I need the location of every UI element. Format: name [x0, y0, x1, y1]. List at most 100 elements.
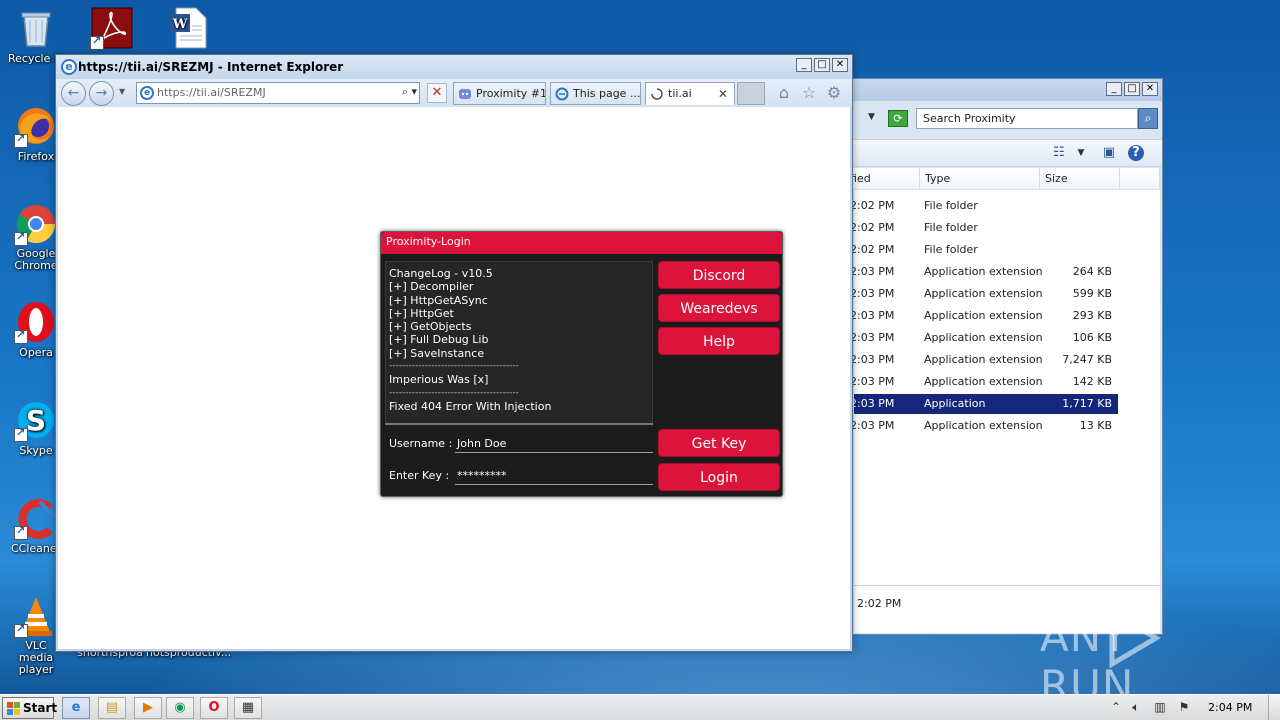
home-icon[interactable]: ⌂ [774, 83, 794, 103]
firefox-icon [14, 104, 58, 148]
file-type: File folder [924, 199, 978, 212]
view-options-icon[interactable]: ☷ [1050, 145, 1068, 161]
search-icon[interactable]: ⌕ ▾ [402, 85, 417, 99]
ie-navbar: ← → ▼ e https://tii.ai/SREZMJ ⌕ ▾ ✕ Prox… [56, 79, 852, 107]
taskbar-media-player-icon[interactable]: ▶ [134, 697, 162, 719]
minimize-button[interactable]: _ [796, 58, 812, 72]
start-button[interactable]: Start [2, 697, 57, 719]
wearedevs-button[interactable]: Wearedevs [658, 294, 780, 322]
volume-icon[interactable]: 🔈︎ [1128, 699, 1144, 715]
maximize-button[interactable]: □ [1124, 82, 1140, 96]
desktop-icon-acrobat[interactable] [76, 6, 148, 52]
desktop-icon-label: Google Chrome [14, 247, 58, 272]
explorer-titlebar[interactable]: _ □ ✕ [846, 79, 1162, 101]
changelog-separator: ---------------------------------------- [389, 387, 519, 398]
tab-label: Proximity #1 [476, 87, 546, 100]
show-desktop-button[interactable] [1268, 695, 1280, 720]
proximity-login-panel: Proximity-Login ChangeLog - v10.5 [+] De… [380, 231, 783, 497]
file-size: 1,717 KB [1062, 397, 1112, 410]
column-type[interactable]: Type [920, 168, 1040, 190]
tray-expand-icon[interactable]: ⌃ [1108, 699, 1124, 715]
login-button[interactable]: Login [658, 463, 780, 491]
file-date: 2:03 PM [850, 419, 895, 432]
ie-titlebar[interactable]: e https://tii.ai/SREZMJ - Internet Explo… [56, 55, 852, 79]
file-type: Application extension [924, 375, 1043, 388]
taskbar-opera-icon[interactable]: O [200, 697, 228, 719]
file-row[interactable]: 2:03 PM Application extension 13 KB [850, 416, 1118, 436]
maximize-button[interactable]: □ [814, 58, 830, 72]
search-input[interactable]: Search Proximity [916, 108, 1138, 129]
changelog-scrollbar[interactable] [385, 423, 653, 425]
file-date: 2:03 PM [850, 397, 895, 410]
file-date: 2:03 PM [850, 353, 895, 366]
column-extra[interactable] [1120, 168, 1160, 190]
favorites-star-icon[interactable]: ☆ [799, 83, 819, 103]
tab-this-page[interactable]: This page ... [550, 82, 641, 105]
file-row[interactable]: 2:02 PM File folder [850, 240, 1118, 260]
ie-window[interactable]: e https://tii.ai/SREZMJ - Internet Explo… [55, 54, 853, 652]
help-icon[interactable]: ? [1128, 145, 1144, 161]
file-row[interactable]: 2:03 PM Application extension 264 KB [850, 262, 1118, 282]
taskbar-app-icon[interactable]: ▦ [234, 697, 262, 719]
explorer-window[interactable]: _ □ ✕ ▼ ⟳ Search Proximity ⌕ ☷ ▼ ▣ ? fie… [845, 78, 1163, 635]
minimize-button[interactable]: _ [1106, 82, 1122, 96]
desktop-icon-word[interactable]: W [152, 6, 224, 52]
loading-icon [650, 87, 664, 101]
file-date: 2:03 PM [850, 265, 895, 278]
file-list[interactable]: fied Type Size 2:02 PM File folder 2:02 PM… [846, 168, 1160, 633]
preview-pane-icon[interactable]: ▣ [1100, 145, 1118, 161]
file-row[interactable]: 2:02 PM File folder [850, 218, 1118, 238]
file-row[interactable]: 2:03 PM Application 1,717 KB [850, 394, 1118, 414]
shortcut-arrow-icon [14, 132, 28, 148]
changelog-title: ChangeLog - v10.5 [389, 267, 493, 280]
stop-icon[interactable]: ✕ [427, 83, 447, 103]
close-icon[interactable]: ✕ [718, 87, 728, 101]
key-input[interactable]: ********* [455, 465, 653, 485]
taskbar-ie-icon[interactable]: e [62, 697, 90, 719]
chevron-down-icon[interactable]: ▼ [868, 112, 875, 122]
changelog-box[interactable]: ChangeLog - v10.5 [+] Decompiler [+] Htt… [385, 261, 653, 425]
file-type: Application [924, 397, 986, 410]
file-date: 2:02 PM [850, 243, 895, 256]
close-button[interactable]: ✕ [832, 58, 848, 72]
changelog-separator: ---------------------------------------- [389, 361, 519, 372]
forward-arrow-icon[interactable]: → [89, 81, 114, 106]
file-type: Application extension [924, 331, 1043, 344]
chevron-down-icon[interactable]: ▼ [1072, 145, 1090, 161]
windows-logo-icon [7, 702, 20, 715]
search-icon[interactable]: ⌕ [1138, 108, 1158, 129]
gear-icon[interactable]: ⚙ [824, 83, 844, 103]
close-button[interactable]: ✕ [1142, 82, 1158, 96]
tab-tii-ai[interactable]: tii.ai ✕ [645, 82, 735, 105]
file-type: Application extension [924, 309, 1043, 322]
file-row[interactable]: 2:03 PM Application extension 106 KB [850, 328, 1118, 348]
username-input[interactable]: John Doe [455, 433, 653, 453]
taskbar-clock[interactable]: 2:04 PM [1208, 701, 1252, 714]
network-icon[interactable]: ▥ [1152, 699, 1168, 715]
file-row[interactable]: 2:03 PM Application extension 599 KB [850, 284, 1118, 304]
ie-icon [555, 87, 569, 101]
changelog-item: [+] Full Debug Lib [389, 333, 489, 347]
column-date-modified[interactable]: fied [846, 168, 920, 190]
chevron-down-icon[interactable]: ▼ [119, 87, 125, 96]
back-arrow-icon[interactable]: ← [61, 81, 86, 106]
taskbar-chrome-icon[interactable]: ◉ [166, 697, 194, 719]
discord-button[interactable]: Discord [658, 261, 780, 289]
column-size[interactable]: Size [1040, 168, 1120, 190]
action-center-flag-icon[interactable]: ⚑ [1176, 699, 1192, 715]
changelog-item: [+] Decompiler [389, 280, 474, 294]
taskbar-explorer-icon[interactable]: ▤ [98, 697, 126, 719]
address-bar[interactable]: e https://tii.ai/SREZMJ ⌕ ▾ [136, 82, 420, 104]
opera-icon [14, 300, 58, 344]
new-tab-button[interactable] [737, 82, 765, 105]
file-row[interactable]: 2:02 PM File folder [850, 196, 1118, 216]
get-key-button[interactable]: Get Key [658, 429, 780, 457]
file-row[interactable]: 2:03 PM Application extension 7,247 KB [850, 350, 1118, 370]
refresh-icon[interactable]: ⟳ [888, 110, 908, 127]
file-date: 2:02 PM [850, 199, 895, 212]
page-content: Proximity-Login ChangeLog - v10.5 [+] De… [58, 107, 850, 649]
file-row[interactable]: 2:03 PM Application extension 293 KB [850, 306, 1118, 326]
file-row[interactable]: 2:03 PM Application extension 142 KB [850, 372, 1118, 392]
help-button[interactable]: Help [658, 327, 780, 355]
tab-proximity[interactable]: Proximity #1 [453, 82, 546, 105]
